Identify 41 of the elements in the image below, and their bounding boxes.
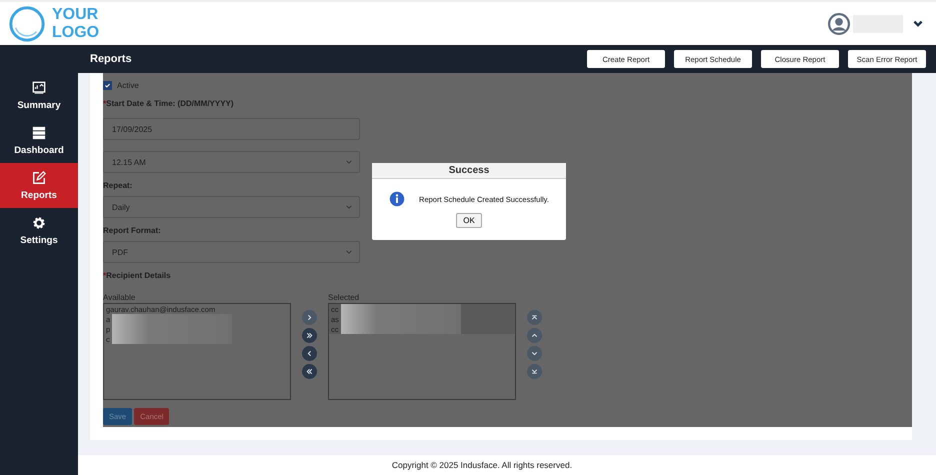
chart-icon — [32, 80, 46, 94]
copyright-text: Copyright © 2025 Indusface. All rights reserved. — [392, 460, 572, 470]
field-label: Repeat: — [103, 181, 132, 190]
all-left-arrow-button[interactable] — [302, 364, 317, 379]
all-right-arrow-button[interactable] — [302, 328, 317, 343]
required-asterisk: * — [103, 271, 106, 280]
select-field[interactable]: Daily — [103, 196, 360, 218]
sidebar-item[interactable]: Reports — [0, 163, 78, 208]
dialog-title: Success — [372, 163, 566, 179]
select-field[interactable]: 12.15 AM — [103, 151, 360, 173]
page-title: Reports — [90, 53, 132, 65]
all-left-arrow-icon — [305, 367, 314, 376]
list-label: Selected — [328, 293, 360, 302]
logo-text: YOUR — [52, 6, 100, 24]
field-label: Report Format: — [103, 226, 161, 235]
list-label: Available — [103, 293, 136, 302]
bottom-arrow-icon — [530, 367, 539, 376]
settings-icon — [32, 216, 46, 230]
select-field[interactable]: PDF — [103, 241, 360, 263]
ok-button[interactable]: OK — [456, 213, 482, 228]
edit-icon — [32, 170, 46, 184]
server-icon — [32, 126, 46, 140]
top-arrow-icon — [530, 313, 539, 322]
logo-text: LOGO — [52, 24, 100, 42]
logo-ring-icon — [8, 4, 46, 42]
checkbox-label: Active — [117, 80, 139, 90]
sidebar-item[interactable]: Summary — [0, 73, 78, 118]
required-asterisk: * — [103, 99, 106, 108]
sidebar-item[interactable]: Settings — [0, 208, 78, 253]
chevron-down-icon — [345, 248, 353, 256]
user-avatar-icon[interactable] — [828, 12, 850, 34]
chevron-down-icon — [345, 158, 353, 166]
field-label: Start Date & Time: (DD/MM/YYYY) — [106, 99, 234, 108]
info-icon — [389, 191, 406, 207]
chevron-down-icon — [345, 203, 353, 211]
left-arrow-button[interactable] — [302, 346, 317, 361]
field-label: Recipient Details — [106, 271, 171, 280]
sidebar-item[interactable]: Dashboard — [0, 118, 78, 163]
all-right-arrow-icon — [305, 331, 314, 340]
checkbox[interactable] — [103, 80, 112, 90]
date-input-field[interactable]: 17/09/2025 — [103, 118, 360, 140]
